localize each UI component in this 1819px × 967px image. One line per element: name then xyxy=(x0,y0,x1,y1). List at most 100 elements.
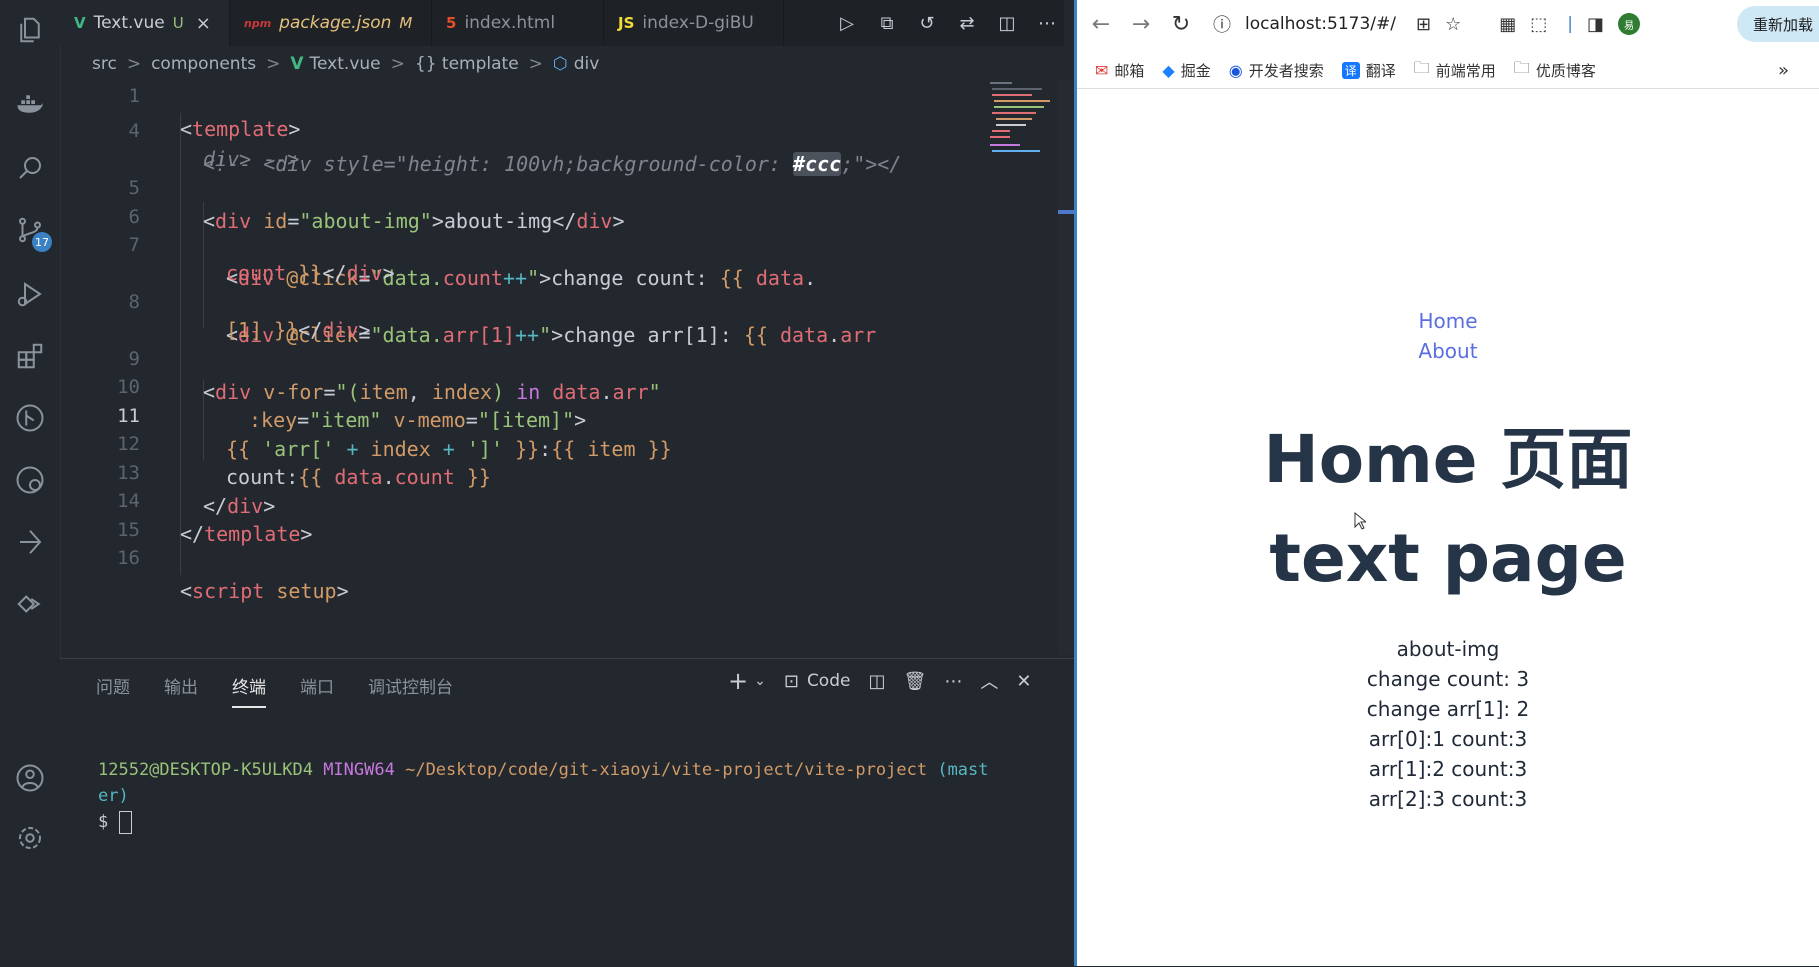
bookmark-folder-frontend[interactable]: 🗀 前端常用 xyxy=(1414,57,1496,84)
breadcrumb-components[interactable]: components xyxy=(151,54,256,74)
breadcrumb-file[interactable]: Text.vue xyxy=(310,54,381,74)
bottom-panel: 问题 输出 终端 端口 调试控制台 + ⌄ ⊡ Code ◫ 🗑 ⋯ ︿ ✕ 1… xyxy=(60,658,1122,967)
extensions-icon[interactable]: ⬚ xyxy=(1530,14,1547,35)
git-graph-icon[interactable] xyxy=(12,400,48,436)
bookmark-folder-blogs[interactable]: 🗀 优质博客 xyxy=(1514,57,1596,84)
code-token: data xyxy=(334,465,383,489)
code-editor[interactable]: 1 <template> 4 <!-- <div style="height: … xyxy=(60,80,1060,655)
bookmarks-bar: ✉ 邮箱 ◆ 掘金 ◉ 开发者搜索 译翻译 🗀 前端常用 🗀 优质博客 » xyxy=(1077,52,1819,89)
bookmark-dev-search[interactable]: ◉ 开发者搜索 xyxy=(1229,60,1324,81)
breadcrumb-div[interactable]: div xyxy=(574,54,600,74)
timeline-icon[interactable]: ↺ xyxy=(910,6,944,40)
code-token: 'arr[' xyxy=(262,437,335,461)
about-img-div: about-img xyxy=(1396,637,1500,661)
tab-index-html[interactable]: 5 index.html xyxy=(432,0,604,46)
maximize-panel-icon[interactable]: ︿ xyxy=(980,668,998,694)
code-token: count: xyxy=(226,465,299,489)
address-bar[interactable]: ⓘ localhost:5173/#/ ⊞ ☆ ▦ ⬚ | ◨ 易 xyxy=(1213,11,1641,37)
code-token: ) xyxy=(492,380,517,404)
testing-icon[interactable] xyxy=(12,524,48,560)
tab-terminal[interactable]: 终端 xyxy=(232,673,266,708)
docker-icon[interactable] xyxy=(12,86,48,122)
avatar[interactable]: 易 xyxy=(1618,13,1641,35)
line-number: 1 xyxy=(128,85,140,107)
untracked-flag: U xyxy=(172,14,184,32)
account-icon[interactable] xyxy=(12,760,48,796)
code-token: ']' xyxy=(466,437,504,461)
code-token: about-img xyxy=(443,209,553,233)
new-terminal-icon[interactable]: + xyxy=(728,667,748,695)
qr-code-icon[interactable]: ▦ xyxy=(1499,14,1516,35)
live-share-icon[interactable] xyxy=(12,586,48,622)
prompt-branch: (mast xyxy=(937,760,989,780)
code-token: div xyxy=(346,261,383,285)
content-list: about-img change count: 3 change arr[1]:… xyxy=(1077,634,1819,814)
code-token: }} xyxy=(515,437,540,461)
more-actions-icon[interactable]: ⋯ xyxy=(1030,6,1064,40)
split-editor-icon[interactable]: ◫ xyxy=(990,6,1024,40)
tab-ports[interactable]: 端口 xyxy=(300,673,334,708)
run-debug-icon[interactable] xyxy=(12,276,48,312)
element-icon: ⬡ xyxy=(552,54,568,74)
trash-icon[interactable]: 🗑 xyxy=(903,671,926,692)
npm-icon: npm xyxy=(244,16,272,30)
translate-icon[interactable]: ⊞ xyxy=(1416,14,1431,35)
back-icon[interactable]: ← xyxy=(1085,8,1117,40)
tab-debug-console[interactable]: 调试控制台 xyxy=(368,673,453,708)
scroll-thumb[interactable] xyxy=(1058,210,1074,214)
tab-index-js[interactable]: JS index-D-giBU xyxy=(604,0,784,46)
tab-problems[interactable]: 问题 xyxy=(96,673,130,708)
code-token: div xyxy=(576,209,613,233)
compare-changes-icon[interactable]: ⇄ xyxy=(950,6,984,40)
bookmark-juejin[interactable]: ◆ 掘金 xyxy=(1162,60,1210,81)
minimap[interactable] xyxy=(986,80,1058,160)
code-token: "( xyxy=(335,380,360,404)
run-icon[interactable]: ▷ xyxy=(830,6,864,40)
code-token: change arr[1]: xyxy=(563,323,744,347)
files-icon[interactable] xyxy=(12,12,48,48)
reload-icon[interactable]: ↻ xyxy=(1165,8,1197,40)
tab-package-json[interactable]: npm package.json M xyxy=(230,0,432,46)
tab-label: Text.vue xyxy=(93,13,165,33)
bookmark-translate[interactable]: 译翻译 xyxy=(1341,60,1396,81)
bookmark-mail[interactable]: ✉ 邮箱 xyxy=(1095,60,1144,81)
code-token: " xyxy=(648,380,661,404)
highlighted-token: #ccc xyxy=(793,152,842,176)
code-token: " xyxy=(527,266,540,290)
open-preview-icon[interactable]: ⧉ xyxy=(870,6,904,40)
bookmark-star-icon[interactable]: ☆ xyxy=(1445,14,1461,35)
more-bookmarks-icon[interactable]: » xyxy=(1778,60,1789,81)
code-token: }} xyxy=(274,318,299,342)
source-control-icon[interactable]: 17 xyxy=(12,212,52,252)
reload-button[interactable]: 重新加载 xyxy=(1737,6,1819,42)
tab-text-vue[interactable]: V Text.vue U × xyxy=(60,0,230,46)
extensions-icon[interactable] xyxy=(12,338,48,374)
settings-gear-icon[interactable] xyxy=(12,820,48,856)
terminal-output[interactable]: 12552@DESKTOP-K5ULKD4 MINGW64 ~/Desktop/… xyxy=(98,757,1058,835)
code-token: + xyxy=(442,437,455,461)
tab-output[interactable]: 输出 xyxy=(164,673,198,708)
code-token: data xyxy=(552,380,601,404)
close-icon[interactable]: × xyxy=(196,13,211,34)
side-panel-icon[interactable]: ◨ xyxy=(1587,14,1604,35)
editor-scrollbar[interactable] xyxy=(1058,80,1074,655)
breadcrumb-src[interactable]: src xyxy=(92,54,117,74)
url-text[interactable]: localhost:5173/#/ xyxy=(1245,14,1396,34)
forward-icon[interactable]: → xyxy=(1125,8,1157,40)
terminal-name[interactable]: Code xyxy=(807,671,851,691)
scm-badge: 17 xyxy=(32,232,52,252)
site-info-icon[interactable]: ⓘ xyxy=(1213,11,1231,37)
breadcrumb-template[interactable]: {} template xyxy=(415,54,519,74)
search-icon[interactable] xyxy=(12,150,48,186)
nav-about-link[interactable]: About xyxy=(1077,336,1819,366)
remote-explorer-icon[interactable] xyxy=(12,462,48,498)
code-token: {{ xyxy=(226,437,251,461)
change-arr-div[interactable]: change arr[1]: 2 xyxy=(1077,694,1819,724)
close-panel-icon[interactable]: ✕ xyxy=(1016,671,1031,692)
change-count-div[interactable]: change count: 3 xyxy=(1077,664,1819,694)
split-terminal-icon[interactable]: ◫ xyxy=(868,671,885,692)
nav-home-link[interactable]: Home xyxy=(1077,306,1819,336)
chevron-down-icon[interactable]: ⌄ xyxy=(754,673,766,689)
more-icon[interactable]: ⋯ xyxy=(944,671,962,692)
code-token: {{ xyxy=(743,323,768,347)
